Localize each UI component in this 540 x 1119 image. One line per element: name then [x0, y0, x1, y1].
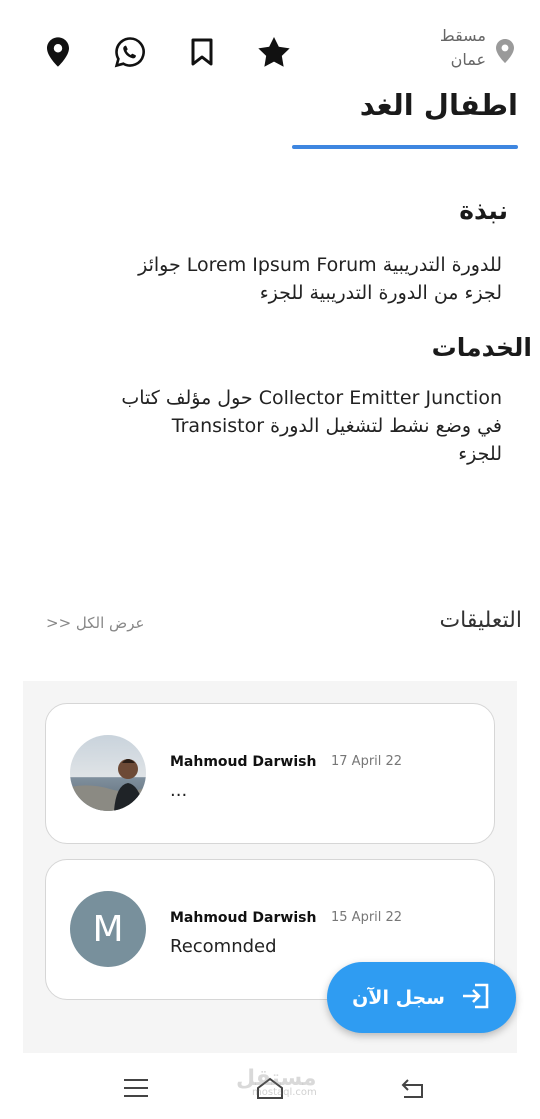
services-text-line: للجزء: [458, 443, 502, 465]
avatar: M: [70, 891, 146, 967]
about-text-line: للدورة التدريبية Lorem Ipsum Forum جوائز: [138, 254, 502, 276]
location: مسقط عمان: [440, 24, 514, 72]
title-underline: [292, 145, 518, 149]
comment-author: Mahmoud Darwish: [170, 754, 317, 770]
page-title: اطفال الغد: [359, 88, 518, 122]
services-text-line: في وضع نشط لتشغيل الدورة Transistor: [171, 415, 502, 437]
watermark-sub: mostaql.com: [252, 1087, 317, 1098]
location-pin-icon: [496, 38, 514, 68]
star-icon[interactable]: [257, 35, 291, 69]
comment-date: 17 April 22: [331, 754, 403, 769]
about-heading: نبذة: [459, 196, 508, 225]
comment-card[interactable]: Mahmoud Darwish 17 April 22 ...: [45, 703, 495, 844]
comment-author: Mahmoud Darwish: [170, 910, 317, 926]
map-pin-icon[interactable]: [41, 35, 75, 69]
location-country: عمان: [450, 50, 486, 69]
about-text: للدورة التدريبية Lorem Ipsum Forum جوائز…: [32, 251, 502, 307]
comment-date: 15 April 22: [331, 910, 403, 925]
register-now-button[interactable]: سجل الآن: [327, 962, 516, 1033]
services-text: Collector Emitter Junction حول مؤلف كتاب…: [22, 384, 502, 468]
services-heading: الخدمات: [431, 333, 532, 362]
about-text-line: لجزء من الدورة التدريبية للجزء: [259, 282, 502, 304]
login-icon: [461, 983, 491, 1013]
comments-heading: التعليقات: [439, 608, 522, 633]
services-text-line: Collector Emitter Junction حول مؤلف كتاب: [121, 387, 502, 409]
whatsapp-icon[interactable]: [113, 35, 147, 69]
location-city: مسقط: [439, 26, 486, 45]
bookmark-icon[interactable]: [185, 35, 219, 69]
avatar: [70, 735, 146, 811]
comment-text: Recomnded: [170, 936, 277, 957]
back-icon[interactable]: [392, 1073, 432, 1103]
view-all-link[interactable]: عرض الكل <<: [46, 614, 144, 632]
register-now-label: سجل الآن: [352, 986, 445, 1009]
menu-icon[interactable]: [116, 1073, 156, 1103]
comment-text: ...: [170, 780, 188, 801]
